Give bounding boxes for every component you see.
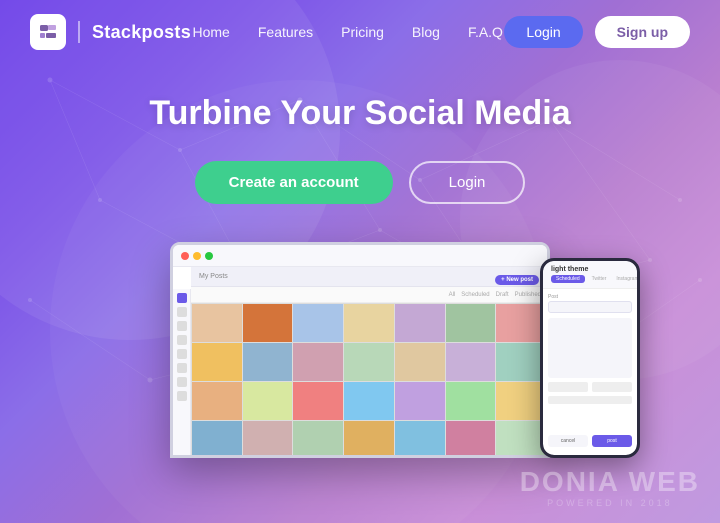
photo-26 <box>395 421 445 455</box>
photo-20 <box>446 382 496 420</box>
phone-header: light theme Scheduled Twitter Instagram … <box>543 261 637 289</box>
sidebar-icon-2 <box>177 307 187 317</box>
hero-title: Turbine Your Social Media <box>0 94 720 133</box>
phone-post-field: Post <box>548 294 632 313</box>
nav-blog[interactable]: Blog <box>412 24 440 40</box>
photo-3 <box>293 304 343 342</box>
photo-7 <box>496 304 546 342</box>
photo-25 <box>344 421 394 455</box>
sidebar-icon-4 <box>177 335 187 345</box>
photo-grid <box>191 303 547 455</box>
devices-area: My Posts + New post All Scheduled Draft … <box>0 242 720 458</box>
watermark-sub: POWERED IN 2018 <box>520 498 700 508</box>
sidebar-icon-6 <box>177 363 187 373</box>
photo-24 <box>293 421 343 455</box>
sidebar-icon-8 <box>177 391 187 401</box>
dot-green <box>205 252 213 260</box>
photo-5 <box>395 304 445 342</box>
laptop-screen: My Posts + New post All Scheduled Draft … <box>173 245 547 455</box>
photo-17 <box>293 382 343 420</box>
phone-cancel-button[interactable]: cancel <box>548 435 588 447</box>
phone-tabs: Scheduled Twitter Instagram linkedin <box>551 275 629 283</box>
sidebar-icon-7 <box>177 377 187 387</box>
navbar: Stackposts Home Features Pricing Blog F.… <box>0 0 720 64</box>
nav-links: Home Features Pricing Blog F.A.Q <box>193 24 503 40</box>
nav-buttons: Login Sign up <box>504 16 690 48</box>
photo-11 <box>344 343 394 381</box>
app-main-content: My Posts + New post All Scheduled Draft … <box>173 267 547 455</box>
photo-12 <box>395 343 445 381</box>
watermark-text: DONIA WEB <box>520 466 700 498</box>
filter-scheduled: Scheduled <box>461 292 489 298</box>
laptop-mockup: My Posts + New post All Scheduled Draft … <box>170 242 550 458</box>
logo-divider <box>78 21 80 43</box>
nav-pricing[interactable]: Pricing <box>341 24 384 40</box>
nav-home[interactable]: Home <box>193 24 230 40</box>
photo-13 <box>446 343 496 381</box>
phone-mockup: light theme Scheduled Twitter Instagram … <box>540 258 640 458</box>
screen-topbar <box>173 245 547 267</box>
photo-15 <box>192 382 242 420</box>
hero-section: Stackposts Home Features Pricing Blog F.… <box>0 0 720 523</box>
photo-4 <box>344 304 394 342</box>
brand-name: Stackposts <box>92 22 191 43</box>
nav-features[interactable]: Features <box>258 24 313 40</box>
logo-area: Stackposts <box>30 14 191 50</box>
photo-21 <box>496 382 546 420</box>
filter-draft: Draft <box>496 292 509 298</box>
photo-10 <box>293 343 343 381</box>
nav-signup-button[interactable]: Sign up <box>595 16 690 48</box>
nav-faq[interactable]: F.A.Q <box>468 24 503 40</box>
photo-18 <box>344 382 394 420</box>
photo-6 <box>446 304 496 342</box>
phone-body: Post <box>543 289 637 412</box>
sidebar-icon-3 <box>177 321 187 331</box>
phone-content-area <box>548 318 632 378</box>
phone-schedule <box>548 396 632 404</box>
app-sidebar <box>173 289 191 455</box>
hero-buttons: Create an account Login <box>0 161 720 204</box>
sidebar-icon-5 <box>177 349 187 359</box>
photo-16 <box>243 382 293 420</box>
sidebar-icon-1 <box>177 293 187 303</box>
phone-field-box <box>548 301 632 313</box>
phone-theme-label: light theme <box>551 266 629 273</box>
toolbar-title: My Posts <box>199 273 228 280</box>
tab-twitter: Twitter <box>589 275 610 283</box>
new-post-button: + New post <box>495 275 539 285</box>
toolbar-left: My Posts <box>199 273 228 280</box>
hero-content: Turbine Your Social Media Create an acco… <box>0 64 720 204</box>
logo-icon <box>30 14 66 50</box>
screen-content: My Posts + New post All Scheduled Draft … <box>173 267 547 455</box>
phone-field-label: Post <box>548 294 632 300</box>
photo-28 <box>496 421 546 455</box>
photo-1 <box>192 304 242 342</box>
create-account-button[interactable]: Create an account <box>195 161 393 204</box>
filter-all: All <box>449 292 456 298</box>
phone-screen: light theme Scheduled Twitter Instagram … <box>543 261 637 455</box>
photo-27 <box>446 421 496 455</box>
nav-login-button[interactable]: Login <box>504 16 582 48</box>
screen-filters: All Scheduled Draft Published <box>191 287 547 303</box>
photo-19 <box>395 382 445 420</box>
photo-23 <box>243 421 293 455</box>
tab-scheduled: Scheduled <box>551 275 585 283</box>
phone-post-button[interactable]: post <box>592 435 632 447</box>
toolbar-right: + New post <box>495 268 539 286</box>
filter-published: Published <box>515 292 541 298</box>
dot-yellow <box>193 252 201 260</box>
photo-8 <box>192 343 242 381</box>
hero-login-button[interactable]: Login <box>409 161 526 204</box>
photo-22 <box>192 421 242 455</box>
tab-instagram: Instagram <box>613 275 637 283</box>
phone-footer: cancel post <box>548 435 632 447</box>
photo-14 <box>496 343 546 381</box>
dot-red <box>181 252 189 260</box>
phone-options <box>548 382 632 392</box>
photo-2 <box>243 304 293 342</box>
photo-9 <box>243 343 293 381</box>
app-toolbar: My Posts + New post <box>191 267 547 287</box>
watermark: DONIA WEB POWERED IN 2018 <box>520 466 700 508</box>
